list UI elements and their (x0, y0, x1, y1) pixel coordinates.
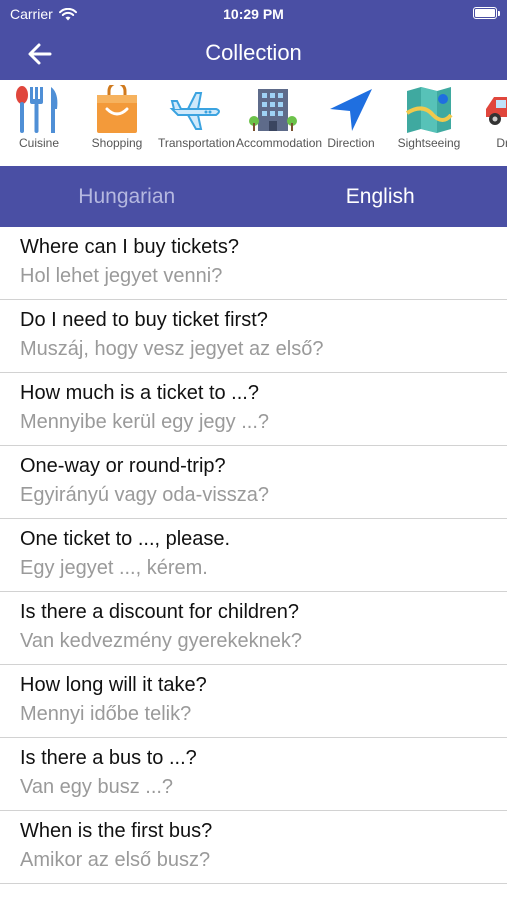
cutlery-icon (16, 86, 58, 133)
phrase-hungarian: Van egy busz ...? (20, 776, 174, 798)
category-label: Cuisine (18, 136, 60, 150)
phrase-row[interactable]: How much is a ticket to ...? Mennyibe ke… (0, 373, 507, 446)
map-icon (405, 87, 453, 133)
phrase-row[interactable]: How long will it take? Mennyi időbe teli… (0, 665, 507, 738)
phrase-english: One ticket to ..., please. (20, 528, 231, 550)
phrase-row[interactable]: Where can I buy tickets? Hol lehet jegye… (0, 227, 507, 300)
category-shopping[interactable]: Shopping (78, 80, 156, 166)
category-label: Direction (327, 136, 375, 150)
phrase-hungarian: Mennyibe kerül egy jegy ...? (20, 411, 270, 433)
category-label: Accommodation (236, 136, 323, 150)
status-time: 10:29 PM (223, 6, 284, 22)
status-bar: Carrier 10:29 PM (0, 0, 507, 28)
phrase-list: Where can I buy tickets? Hol lehet jegye… (0, 227, 507, 884)
category-driving[interactable]: Driv (468, 80, 507, 166)
phrase-row[interactable]: Do I need to buy ticket first? Muszáj, h… (0, 300, 507, 373)
phrase-row[interactable]: When is the first bus? Amikor az első bu… (0, 811, 507, 884)
shopping-bag-icon (97, 85, 137, 133)
tab-english[interactable]: English (254, 166, 507, 227)
category-direction[interactable]: Direction (312, 80, 390, 166)
tab-hungarian[interactable]: Hungarian (0, 166, 254, 227)
phrase-hungarian: Mennyi időbe telik? (20, 703, 192, 725)
category-accommodation[interactable]: Accommodation (234, 80, 323, 166)
phrase-english: How much is a ticket to ...? (20, 382, 259, 404)
phrase-english: Do I need to buy ticket first? (20, 309, 268, 331)
phrase-row[interactable]: Is there a discount for children? Van ke… (0, 592, 507, 665)
phrase-english: When is the first bus? (20, 820, 213, 842)
battery-icon (473, 7, 500, 19)
category-label: Driv (496, 136, 507, 150)
phrase-hungarian: Muszáj, hogy vesz jegyet az első? (20, 338, 324, 360)
phrase-english: Is there a bus to ...? (20, 747, 197, 769)
category-cuisine[interactable]: Cuisine (0, 80, 78, 166)
phrase-row[interactable]: Is there a bus to ...? Van egy busz ...? (0, 738, 507, 811)
airplane-icon (169, 92, 220, 130)
nav-bar: Collection (0, 28, 507, 80)
phrase-hungarian: Amikor az első busz? (20, 849, 211, 871)
phrase-english: How long will it take? (20, 674, 207, 696)
phrase-english: One-way or round-trip? (20, 455, 226, 477)
hotel-icon (249, 89, 297, 131)
category-transportation[interactable]: Transportation (156, 80, 235, 166)
phrase-hungarian: Egy jegyet ..., kérem. (20, 557, 208, 579)
phrase-hungarian: Hol lehet jegyet venni? (20, 265, 223, 287)
phrase-row[interactable]: One-way or round-trip? Egyirányú vagy od… (0, 446, 507, 519)
category-sightseeing[interactable]: Sightseeing (390, 80, 468, 166)
car-icon (486, 97, 507, 125)
phrase-row[interactable]: One ticket to ..., please. Egy jegyet ..… (0, 519, 507, 592)
category-label: Transportation (158, 136, 235, 150)
phrase-english: Is there a discount for children? (20, 601, 300, 623)
phrase-hungarian: Van kedvezmény gyerekeknek? (20, 630, 303, 652)
phrase-hungarian: Egyirányú vagy oda-vissza? (20, 484, 270, 506)
phrase-english: Where can I buy tickets? (20, 236, 239, 258)
language-tabs: Hungarian English (0, 166, 507, 227)
category-label: Sightseeing (397, 136, 461, 150)
navigation-icon (330, 89, 372, 131)
category-strip[interactable]: Cuisine Shopping Transportation Accommod… (0, 80, 507, 166)
category-label: Shopping (91, 136, 143, 150)
page-title: Collection (205, 40, 302, 65)
